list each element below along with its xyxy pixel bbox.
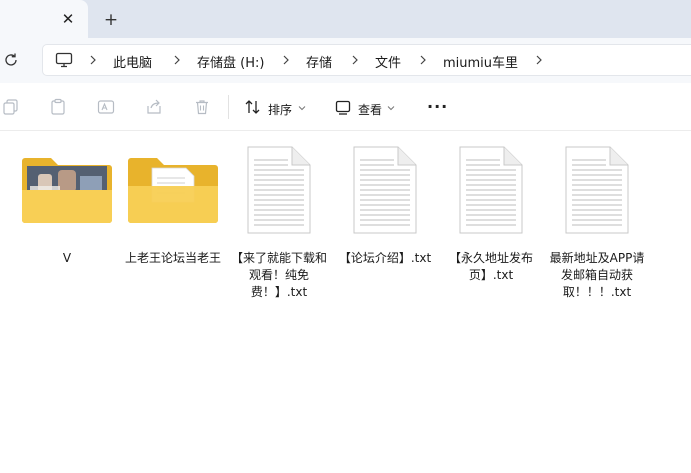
file-item[interactable]: V <box>18 146 116 265</box>
file-name: 【论坛介绍】.txt <box>338 251 432 265</box>
paste-icon[interactable] <box>49 98 67 116</box>
view-icon[interactable] <box>334 98 352 116</box>
text-file-icon <box>565 146 629 234</box>
tab-strip: ✕ + <box>0 0 691 38</box>
file-name: 【来了就能下载和观看！纯免费！】.txt <box>230 251 327 299</box>
delete-icon[interactable] <box>193 98 211 116</box>
file-item[interactable]: 最新地址及APP请发邮箱自动获取！！！.txt <box>548 146 646 299</box>
file-view: V 上老王论坛当老王 【来了就能下载和观看！纯免费！】.txt 【论坛介绍】.t… <box>0 132 691 473</box>
folder-icon <box>22 158 112 223</box>
sort-icon[interactable] <box>244 98 262 116</box>
breadcrumb-this-pc[interactable]: 此电脑 <box>113 52 152 71</box>
share-icon[interactable] <box>145 98 163 116</box>
more-icon[interactable]: ··· <box>427 97 448 116</box>
chevron-right-icon[interactable] <box>171 52 183 68</box>
command-bar: 排序 查看 ··· <box>0 83 691 131</box>
chevron-right-icon[interactable] <box>87 52 99 68</box>
file-name: 上老王论坛当老王 <box>124 251 221 265</box>
breadcrumb-files[interactable]: 文件 <box>375 52 401 71</box>
file-name: 【永久地址发布页】.txt <box>448 251 533 282</box>
refresh-icon[interactable] <box>2 51 20 69</box>
tab-current[interactable]: ✕ <box>0 0 88 38</box>
chevron-down-icon[interactable] <box>387 105 395 111</box>
breadcrumb-storage[interactable]: 存储 <box>306 52 332 71</box>
file-item[interactable]: 上老王论坛当老王 <box>124 146 222 265</box>
chevron-right-icon[interactable] <box>417 52 429 68</box>
file-name: V <box>62 251 72 265</box>
plus-icon[interactable]: + <box>100 9 122 31</box>
chevron-down-icon[interactable] <box>298 105 306 111</box>
file-item[interactable]: 【来了就能下载和观看！纯免费！】.txt <box>230 146 328 299</box>
chevron-right-icon[interactable] <box>280 52 292 68</box>
file-item[interactable]: 【永久地址发布页】.txt <box>442 146 540 282</box>
rename-icon[interactable] <box>97 98 115 116</box>
file-item[interactable]: 【论坛介绍】.txt <box>336 146 434 265</box>
chevron-right-icon[interactable] <box>349 52 361 68</box>
text-file-icon <box>459 146 523 234</box>
view-button[interactable]: 查看 <box>358 101 382 118</box>
close-icon[interactable]: ✕ <box>58 9 78 29</box>
chevron-right-icon[interactable] <box>533 52 545 68</box>
address-row: 此电脑 存储盘 (H:) 存储 文件 miumiu车里 <box>0 38 691 83</box>
text-file-icon <box>353 146 417 234</box>
text-file-icon <box>247 146 311 234</box>
file-name: 最新地址及APP请发邮箱自动获取！！！.txt <box>549 251 645 299</box>
breadcrumb-current-folder[interactable]: miumiu车里 <box>443 52 518 71</box>
folder-icon <box>128 158 218 223</box>
address-bar[interactable]: 此电脑 存储盘 (H:) 存储 文件 miumiu车里 <box>42 44 691 76</box>
sort-button[interactable]: 排序 <box>268 101 292 118</box>
copy-icon[interactable] <box>2 98 20 116</box>
computer-icon[interactable] <box>55 52 73 68</box>
breadcrumb-drive-h[interactable]: 存储盘 (H:) <box>197 52 264 71</box>
toolbar-divider <box>228 95 229 119</box>
